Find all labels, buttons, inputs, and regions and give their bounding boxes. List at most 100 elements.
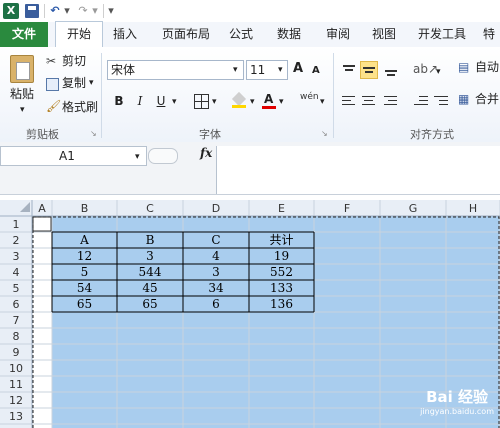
copy-icon[interactable] xyxy=(46,78,59,91)
paste-dropdown-icon[interactable]: ▾ xyxy=(20,103,25,117)
undo-icon[interactable]: ↶ xyxy=(48,3,62,19)
table-cell: 65 xyxy=(142,297,157,311)
save-icon[interactable] xyxy=(25,4,39,18)
font-color-letter: A xyxy=(264,92,274,106)
name-box-dropdown-icon[interactable]: ▾ xyxy=(135,150,140,164)
tab-file[interactable]: 文件 xyxy=(0,22,48,47)
tab-review[interactable]: 审阅 xyxy=(318,22,358,47)
column-header-g: G xyxy=(409,202,418,215)
borders-dropdown-icon[interactable]: ▾ xyxy=(212,95,217,109)
font-size-dropdown-icon[interactable]: ▾ xyxy=(278,63,283,77)
tab-home[interactable]: 开始 xyxy=(55,21,103,48)
row-header-8: 8 xyxy=(13,330,20,343)
orientation-dropdown-icon[interactable]: ▾ xyxy=(436,65,441,79)
row-header-5: 5 xyxy=(13,282,20,295)
tab-formulas[interactable]: 公式 xyxy=(222,22,260,47)
watermark-brand: Bai 经验 xyxy=(426,388,489,406)
phonetic-guide-icon[interactable]: wén xyxy=(300,90,319,104)
tab-developer[interactable]: 开发工具 xyxy=(414,22,470,47)
paste-icon[interactable] xyxy=(10,55,34,83)
qat-separator xyxy=(44,4,45,18)
align-middle-icon[interactable] xyxy=(360,61,378,79)
row-header-13: 13 xyxy=(9,410,23,423)
align-left-icon[interactable] xyxy=(340,92,358,110)
decrease-indent-icon[interactable] xyxy=(412,92,430,110)
wrap-text-icon[interactable]: ▤ xyxy=(458,60,469,74)
tab-special[interactable]: 特 xyxy=(478,22,500,47)
align-bottom-icon[interactable] xyxy=(382,61,400,79)
formula-input[interactable] xyxy=(216,146,500,194)
format-painter-icon[interactable]: 🖌 xyxy=(46,99,61,113)
paste-button[interactable]: 粘贴 xyxy=(10,87,34,101)
tab-page-layout[interactable]: 页面布局 xyxy=(154,22,218,47)
phonetic-dropdown-icon[interactable]: ▾ xyxy=(320,95,325,109)
column-header-d: D xyxy=(212,202,220,215)
merge-center-button[interactable]: 合并 xyxy=(475,92,499,106)
cut-icon[interactable]: ✂ xyxy=(46,54,56,68)
insert-function-button[interactable]: fx xyxy=(200,146,212,160)
row-header-3: 3 xyxy=(13,250,20,263)
align-center-icon[interactable] xyxy=(360,92,378,110)
font-size-value: 11 xyxy=(250,63,266,77)
redo-dropdown-icon[interactable]: ▾ xyxy=(90,3,100,19)
row-header-11: 11 xyxy=(9,378,23,391)
table-header-cell: 共计 xyxy=(269,233,293,247)
table-cell: 133 xyxy=(270,281,293,295)
copy-button[interactable]: 复制 xyxy=(62,76,86,90)
merge-center-icon[interactable]: ▦ xyxy=(458,92,469,106)
font-size-select[interactable]: 11 ▾ xyxy=(246,60,288,80)
copy-dropdown-icon[interactable]: ▾ xyxy=(89,76,94,90)
font-color-icon[interactable]: A xyxy=(262,92,276,110)
row-header-6: 6 xyxy=(13,298,20,311)
clipboard-group-label: 剪贴板 xyxy=(26,128,59,141)
tab-insert[interactable]: 插入 xyxy=(104,22,146,47)
row-header-9: 9 xyxy=(13,346,20,359)
tab-view[interactable]: 视图 xyxy=(365,22,403,47)
ribbon-home: 粘贴 ▾ ✂ 剪切 复制 ▾ 🖌 格式刷 剪贴板 ↘ 宋体 ▾ 11 ▾ A A… xyxy=(0,47,500,143)
row-header-2: 2 xyxy=(13,234,20,247)
increase-font-size-icon[interactable]: A xyxy=(293,62,303,76)
row-header-7: 7 xyxy=(13,314,20,327)
alignment-group-label: 对齐方式 xyxy=(410,128,454,141)
underline-dropdown-icon[interactable]: ▾ xyxy=(172,95,177,109)
table-header-cell: B xyxy=(146,233,155,247)
cut-button[interactable]: 剪切 xyxy=(62,54,86,68)
font-name-select[interactable]: 宋体 ▾ xyxy=(107,60,244,80)
clipboard-launcher-icon[interactable]: ↘ xyxy=(90,127,97,141)
increase-indent-icon[interactable] xyxy=(432,92,450,110)
row-header-1: 1 xyxy=(13,218,20,231)
column-header-c: C xyxy=(146,202,154,215)
table-cell: 5 xyxy=(81,265,89,279)
group-separator xyxy=(333,53,334,138)
format-painter-button[interactable]: 格式刷 xyxy=(62,100,98,114)
customize-qat-icon[interactable]: ▾ xyxy=(106,3,116,19)
redo-icon[interactable]: ↷ xyxy=(76,3,90,19)
table-cell: 552 xyxy=(270,265,293,279)
bold-button[interactable]: B xyxy=(110,92,128,110)
excel-logo-icon[interactable]: X xyxy=(3,3,19,19)
table-cell: 54 xyxy=(77,281,93,295)
orientation-icon[interactable]: ab↗ xyxy=(413,62,438,76)
decrease-font-size-icon[interactable]: A xyxy=(312,64,320,78)
align-top-icon[interactable] xyxy=(340,61,358,79)
italic-button[interactable]: I xyxy=(131,92,149,110)
align-right-icon[interactable] xyxy=(382,92,400,110)
wrap-text-button[interactable]: 自动 xyxy=(475,60,499,74)
font-name-dropdown-icon[interactable]: ▾ xyxy=(233,63,238,77)
name-box[interactable]: A1 ▾ xyxy=(0,146,147,166)
fill-color-icon[interactable] xyxy=(231,91,247,108)
column-header-h: H xyxy=(469,202,477,215)
row-header-4: 4 xyxy=(13,266,20,279)
undo-dropdown-icon[interactable]: ▾ xyxy=(62,3,72,19)
table-cell: 65 xyxy=(77,297,92,311)
tab-data[interactable]: 数据 xyxy=(268,22,310,47)
column-header-a: A xyxy=(38,202,46,215)
font-launcher-icon[interactable]: ↘ xyxy=(321,127,328,141)
underline-button[interactable]: U xyxy=(152,92,170,110)
font-color-dropdown-icon[interactable]: ▾ xyxy=(279,95,284,109)
borders-icon[interactable] xyxy=(194,94,209,109)
active-cell-a1 xyxy=(32,216,52,232)
formula-bar-resize-handle[interactable] xyxy=(148,148,178,164)
fill-color-dropdown-icon[interactable]: ▾ xyxy=(250,95,255,109)
column-header-f: F xyxy=(344,202,350,215)
